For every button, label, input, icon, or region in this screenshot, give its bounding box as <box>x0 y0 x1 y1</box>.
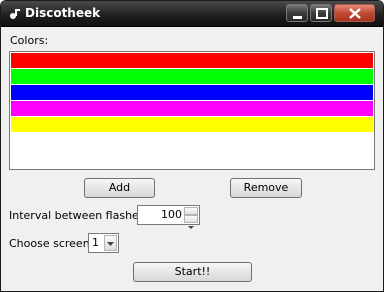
app-window: Discotheek Colors: Add Remove Interval b… <box>0 0 384 292</box>
color-swatch-blue[interactable] <box>11 85 373 100</box>
disco-icon <box>10 9 20 19</box>
window-title: Discotheek <box>25 6 101 20</box>
title-bar[interactable]: Discotheek <box>1 1 383 27</box>
spinner-arrows <box>184 207 198 229</box>
start-button[interactable]: Start!! <box>133 262 252 282</box>
color-swatch-green[interactable] <box>11 69 373 84</box>
color-list[interactable] <box>9 51 375 170</box>
close-button[interactable] <box>334 4 375 22</box>
spinner-down-icon[interactable] <box>184 215 198 229</box>
maximize-icon <box>316 8 328 19</box>
add-button[interactable]: Add <box>84 178 155 198</box>
window-content: Colors: Add Remove Interval between flas… <box>2 28 382 290</box>
color-swatch-magenta[interactable] <box>11 101 373 116</box>
minimize-button[interactable] <box>286 4 308 22</box>
color-swatch-red[interactable] <box>11 53 373 68</box>
interval-spinner[interactable]: 100 <box>137 205 200 229</box>
chevron-down-icon[interactable] <box>104 235 117 251</box>
spinner-up-icon[interactable] <box>184 207 198 222</box>
color-swatch-yellow[interactable] <box>11 117 373 132</box>
minimize-icon <box>293 16 302 19</box>
screen-value: 1 <box>92 236 99 249</box>
screen-label: Choose screen: <box>9 237 94 250</box>
remove-button[interactable]: Remove <box>230 178 302 198</box>
interval-value: 100 <box>161 208 182 221</box>
color-swatch-white[interactable] <box>11 133 373 148</box>
screen-select[interactable]: 1 <box>88 233 119 253</box>
close-icon <box>349 8 361 19</box>
maximize-button[interactable] <box>310 4 332 22</box>
colors-label: Colors: <box>10 34 49 47</box>
interval-label: Interval between flashes: <box>9 209 149 222</box>
